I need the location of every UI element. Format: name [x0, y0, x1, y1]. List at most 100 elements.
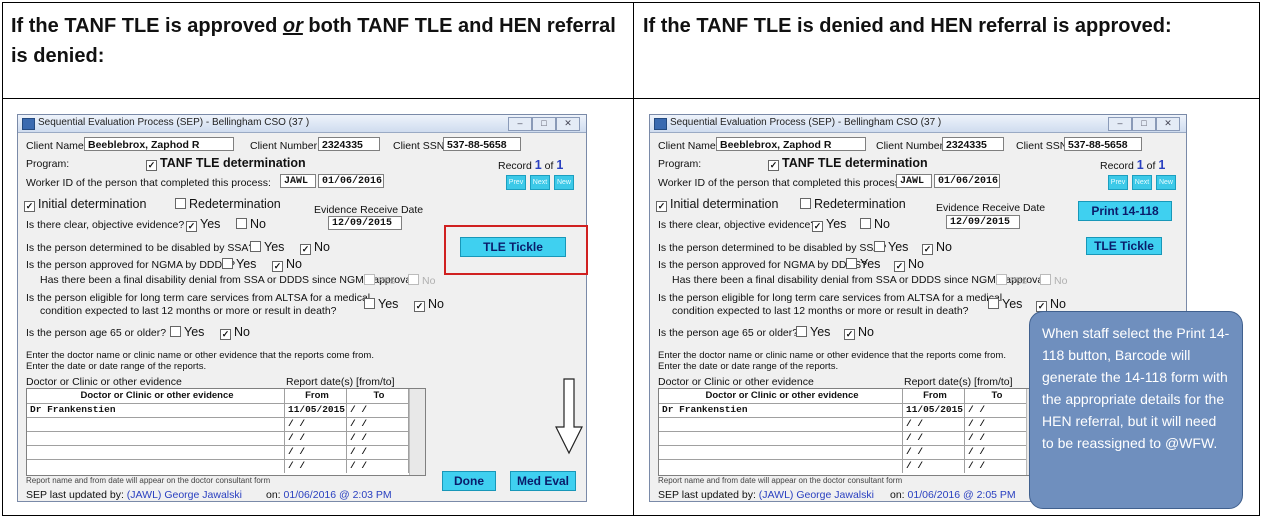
worker-date-field[interactable]: 01/06/2016: [318, 174, 384, 188]
clear-yes-checkbox[interactable]: ✓ Yes: [186, 217, 220, 232]
grid-cell-to[interactable]: / /: [347, 417, 409, 431]
ngma-yes-checkbox[interactable]: Yes: [846, 257, 880, 271]
program-checkbox[interactable]: ✓ TANF TLE determination: [768, 156, 928, 171]
next-button[interactable]: Next: [530, 175, 550, 190]
grid-cell-to[interactable]: / /: [965, 417, 1027, 431]
grid-cell-doctor[interactable]: [27, 417, 285, 431]
final-no-checkbox[interactable]: No: [1040, 274, 1067, 287]
table-row[interactable]: / / / /: [659, 417, 1027, 432]
tle-tickle-button[interactable]: TLE Tickle: [460, 237, 566, 257]
grid-cell-doctor[interactable]: [27, 459, 285, 473]
window-titlebar[interactable]: Sequential Evaluation Process (SEP) - Be…: [650, 115, 1186, 133]
grid-cell-to[interactable]: / /: [347, 445, 409, 459]
program-checkbox[interactable]: ✓ TANF TLE determination: [146, 156, 306, 171]
maximize-button[interactable]: □: [532, 117, 556, 131]
final-no-checkbox[interactable]: No: [408, 274, 435, 287]
grid-cell-from[interactable]: / /: [285, 459, 347, 473]
ngma-no-checkbox[interactable]: ✓ No: [894, 257, 924, 272]
ssa-no-checkbox[interactable]: ✓ No: [922, 240, 952, 255]
client-number-field[interactable]: 2324335: [318, 137, 380, 151]
client-name-field[interactable]: Beeblebrox, Zaphod R: [84, 137, 234, 151]
ssa-no-checkbox[interactable]: ✓ No: [300, 240, 330, 255]
new-button[interactable]: New: [1156, 175, 1176, 190]
grid-cell-doctor[interactable]: [659, 445, 903, 459]
grid-cell-doctor[interactable]: [659, 459, 903, 473]
table-row[interactable]: / / / /: [27, 417, 409, 432]
grid-cell-doctor[interactable]: [27, 445, 285, 459]
grid-cell-doctor[interactable]: Dr Frankenstien: [27, 403, 285, 417]
grid-cell-to[interactable]: / /: [965, 459, 1027, 473]
ssa-yes-checkbox[interactable]: Yes: [250, 240, 284, 254]
table-row[interactable]: / / / /: [27, 445, 409, 460]
client-ssn-field[interactable]: 537-88-5658: [1064, 137, 1142, 151]
grid-cell-doctor[interactable]: Dr Frankenstien: [659, 403, 903, 417]
age-yes-checkbox[interactable]: Yes: [170, 325, 204, 339]
minimize-button[interactable]: –: [508, 117, 532, 131]
tle-tickle-button[interactable]: TLE Tickle: [1086, 237, 1162, 255]
client-ssn-field[interactable]: 537-88-5658: [443, 137, 521, 151]
window-titlebar[interactable]: Sequential Evaluation Process (SEP) - Be…: [18, 115, 586, 133]
grid-cell-from[interactable]: 11/05/2015: [903, 403, 965, 417]
grid-cell-from[interactable]: / /: [285, 431, 347, 445]
close-button[interactable]: ✕: [556, 117, 580, 131]
prev-button[interactable]: Prev: [1108, 175, 1128, 190]
table-row[interactable]: / / / /: [659, 431, 1027, 446]
table-row[interactable]: / / / /: [27, 431, 409, 446]
grid-scrollbar[interactable]: [409, 389, 425, 475]
ngma-yes-checkbox[interactable]: Yes: [222, 257, 256, 271]
grid-cell-to[interactable]: / /: [347, 431, 409, 445]
new-button[interactable]: New: [554, 175, 574, 190]
clear-no-checkbox[interactable]: No: [236, 217, 266, 231]
table-row[interactable]: / / / /: [27, 459, 409, 473]
grid-cell-to[interactable]: / /: [347, 459, 409, 473]
grid-cell-doctor[interactable]: [659, 431, 903, 445]
worker-date-field[interactable]: 01/06/2016: [934, 174, 1000, 188]
clear-no-checkbox[interactable]: No: [860, 217, 890, 231]
grid-cell-from[interactable]: / /: [903, 445, 965, 459]
grid-cell-from[interactable]: / /: [285, 417, 347, 431]
final-yes-checkbox[interactable]: Yes: [364, 274, 395, 287]
initial-determination-checkbox[interactable]: ✓ Initial determination: [24, 197, 146, 212]
grid-cell-to[interactable]: / /: [965, 403, 1027, 417]
initial-determination-checkbox[interactable]: ✓ Initial determination: [656, 197, 778, 212]
grid-cell-doctor[interactable]: [27, 431, 285, 445]
close-button[interactable]: ✕: [1156, 117, 1180, 131]
redetermination-checkbox[interactable]: Redetermination: [175, 197, 281, 211]
redetermination-checkbox[interactable]: Redetermination: [800, 197, 906, 211]
table-row[interactable]: Dr Frankenstien 11/05/2015 / /: [27, 403, 409, 418]
med-eval-button[interactable]: Med Eval: [510, 471, 576, 491]
evidence-receive-date-field[interactable]: 12/09/2015: [946, 215, 1020, 229]
print-14-118-button[interactable]: Print 14-118: [1078, 201, 1172, 221]
evidence-receive-date-field[interactable]: 12/09/2015: [328, 216, 402, 230]
ltc-no-checkbox[interactable]: ✓ No: [414, 297, 444, 312]
minimize-button[interactable]: –: [1108, 117, 1132, 131]
grid-cell-from[interactable]: / /: [903, 417, 965, 431]
table-row[interactable]: / / / /: [659, 459, 1027, 473]
age-no-checkbox[interactable]: ✓ No: [220, 325, 250, 340]
grid-cell-to[interactable]: / /: [347, 403, 409, 417]
worker-id-field[interactable]: JAWL: [896, 174, 932, 188]
ngma-no-checkbox[interactable]: ✓ No: [272, 257, 302, 272]
grid-cell-to[interactable]: / /: [965, 431, 1027, 445]
client-number-field[interactable]: 2324335: [942, 137, 1004, 151]
clear-yes-checkbox[interactable]: ✓ Yes: [812, 217, 846, 232]
age-yes-checkbox[interactable]: Yes: [796, 325, 830, 339]
final-yes-checkbox[interactable]: Yes: [996, 274, 1027, 287]
worker-id-field[interactable]: JAWL: [280, 174, 316, 188]
age-no-checkbox[interactable]: ✓ No: [844, 325, 874, 340]
ssa-yes-checkbox[interactable]: Yes: [874, 240, 908, 254]
grid-cell-from[interactable]: / /: [285, 445, 347, 459]
grid-cell-from[interactable]: / /: [903, 431, 965, 445]
prev-button[interactable]: Prev: [506, 175, 526, 190]
grid-cell-from[interactable]: / /: [903, 459, 965, 473]
next-button[interactable]: Next: [1132, 175, 1152, 190]
ltc-yes-checkbox[interactable]: Yes: [988, 297, 1022, 311]
ltc-yes-checkbox[interactable]: Yes: [364, 297, 398, 311]
client-name-field[interactable]: Beeblebrox, Zaphod R: [716, 137, 866, 151]
table-row[interactable]: Dr Frankenstien 11/05/2015 / /: [659, 403, 1027, 418]
done-button[interactable]: Done: [442, 471, 496, 491]
grid-cell-to[interactable]: / /: [965, 445, 1027, 459]
table-row[interactable]: / / / /: [659, 445, 1027, 460]
grid-cell-from[interactable]: 11/05/2015: [285, 403, 347, 417]
maximize-button[interactable]: □: [1132, 117, 1156, 131]
